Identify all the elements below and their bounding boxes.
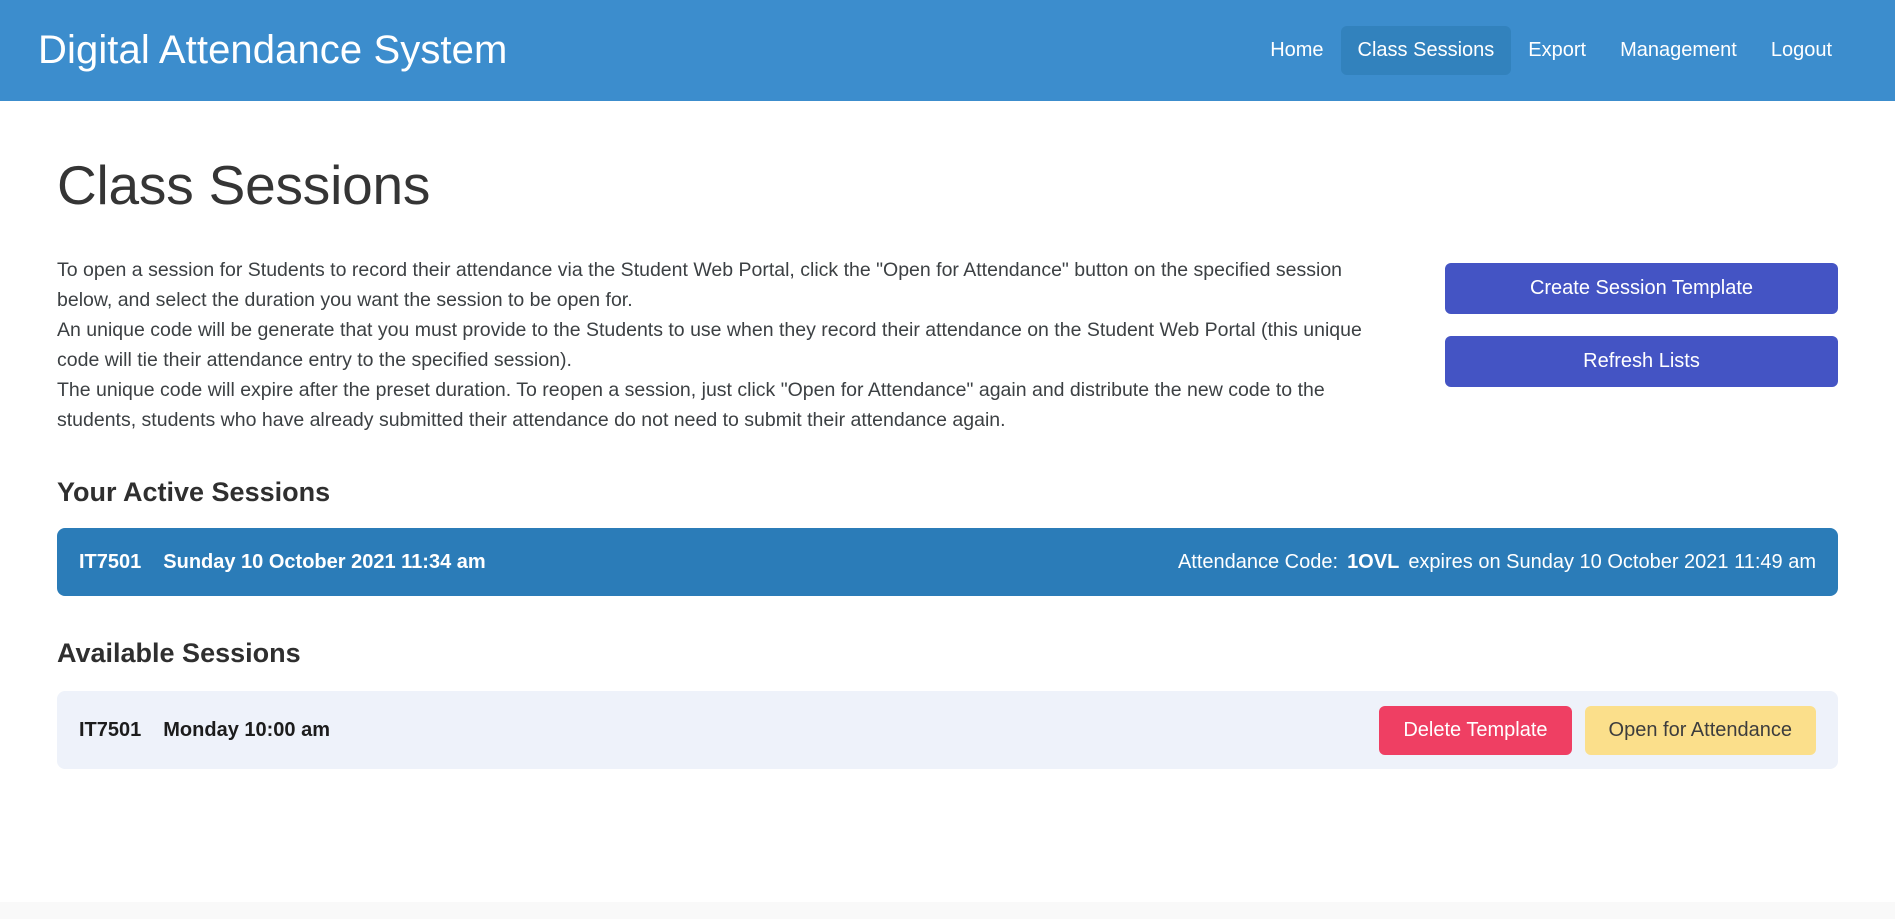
page-title: Class Sessions bbox=[57, 154, 431, 216]
active-session-course-code: IT7501 bbox=[79, 550, 142, 573]
attendance-code-expiry: expires on Sunday 10 October 2021 11:49 … bbox=[1408, 550, 1816, 573]
available-session-info: IT7501 Monday 10:00 am bbox=[79, 719, 330, 742]
create-session-template-button[interactable]: Create Session Template bbox=[1445, 263, 1838, 314]
nav-link-logout[interactable]: Logout bbox=[1754, 26, 1849, 75]
available-session-time: Monday 10:00 am bbox=[163, 718, 330, 741]
available-session-row[interactable]: IT7501 Monday 10:00 am Delete Template O… bbox=[57, 691, 1838, 769]
top-navbar: Digital Attendance System Home Class Ses… bbox=[0, 0, 1895, 101]
intro-paragraph-3: The unique code will expire after the pr… bbox=[57, 379, 1325, 431]
app-brand-title: Digital Attendance System bbox=[38, 28, 508, 72]
intro-paragraph-2: An unique code will be generate that you… bbox=[57, 319, 1362, 371]
intro-paragraph-1: To open a session for Students to record… bbox=[57, 259, 1343, 311]
nav-link-management[interactable]: Management bbox=[1603, 26, 1754, 75]
nav-links: Home Class Sessions Export Management Lo… bbox=[1253, 26, 1849, 75]
nav-link-home[interactable]: Home bbox=[1253, 26, 1340, 75]
active-session-code-info: Attendance Code: 1OVL expires on Sunday … bbox=[1178, 551, 1816, 574]
active-sessions-heading: Your Active Sessions bbox=[57, 477, 331, 507]
open-for-attendance-button[interactable]: Open for Attendance bbox=[1584, 705, 1816, 755]
page-footer bbox=[0, 902, 1895, 919]
available-session-actions: Delete Template Open for Attendance bbox=[1379, 705, 1816, 755]
attendance-code-value: 1OVL bbox=[1347, 550, 1400, 573]
refresh-lists-button[interactable]: Refresh Lists bbox=[1445, 336, 1838, 387]
active-session-row[interactable]: IT7501 Sunday 10 October 2021 11:34 am A… bbox=[57, 528, 1838, 596]
page-content: Class Sessions To open a session for Stu… bbox=[0, 153, 1895, 902]
intro-row: To open a session for Students to record… bbox=[57, 255, 1838, 435]
nav-link-export[interactable]: Export bbox=[1511, 26, 1603, 75]
attendance-code-label: Attendance Code: bbox=[1177, 550, 1339, 573]
side-action-buttons: Create Session Template Refresh Lists bbox=[1445, 255, 1838, 387]
intro-description: To open a session for Students to record… bbox=[57, 255, 1387, 435]
available-session-course-code: IT7501 bbox=[79, 718, 142, 741]
available-sessions-heading: Available Sessions bbox=[57, 638, 301, 668]
active-session-info: IT7501 Sunday 10 October 2021 11:34 am bbox=[79, 551, 486, 574]
active-session-time: Sunday 10 October 2021 11:34 am bbox=[163, 550, 486, 573]
nav-link-class-sessions[interactable]: Class Sessions bbox=[1340, 26, 1512, 75]
delete-template-button[interactable]: Delete Template bbox=[1379, 705, 1572, 755]
